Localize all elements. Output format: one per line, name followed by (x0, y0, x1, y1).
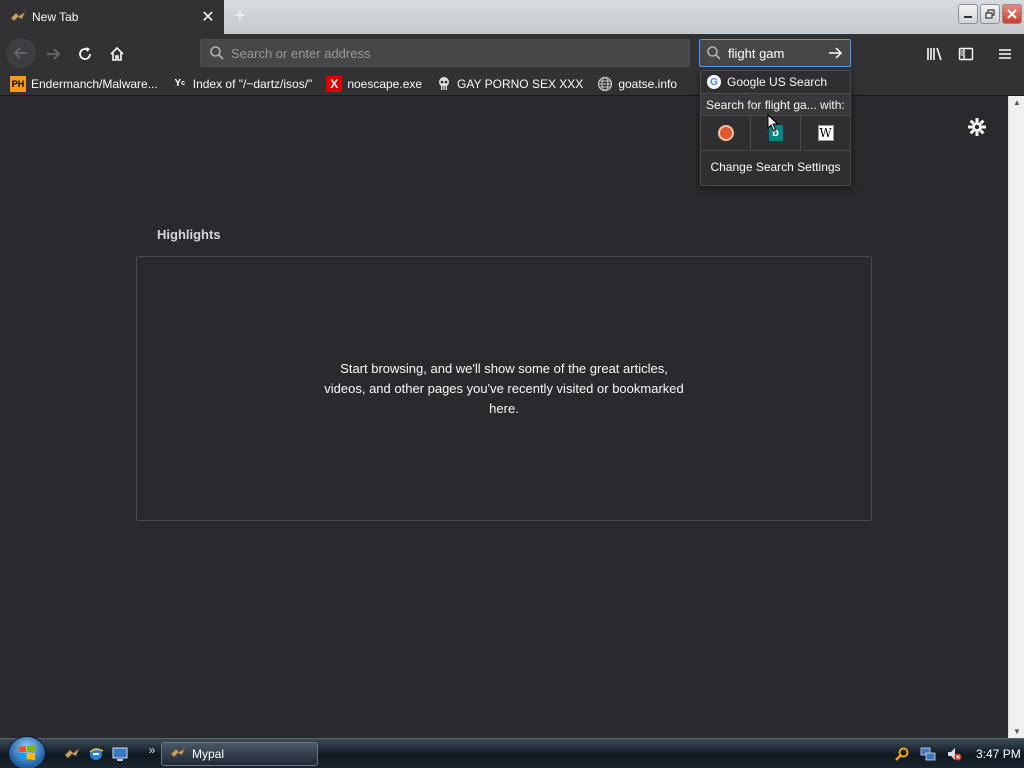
quicklaunch-desktop-icon[interactable] (112, 746, 128, 762)
scroll-up-arrow-icon[interactable]: ▲ (1013, 98, 1021, 107)
bookmark-goatse[interactable]: goatse.info (597, 76, 677, 92)
forward-arrow-icon (47, 48, 61, 60)
duckduckgo-icon (717, 125, 734, 141)
sidebar-icon (958, 47, 974, 61)
mypal-taskbar-icon (170, 745, 186, 764)
quicklaunch-ie-icon[interactable] (88, 746, 104, 762)
change-search-settings-button[interactable]: Change Search Settings (701, 151, 850, 183)
highlights-empty-message: Start browsing, and we'll show some of t… (324, 360, 684, 416)
highlights-heading[interactable]: Highlights (157, 227, 221, 242)
start-button[interactable] (8, 736, 46, 768)
bookmark-label: Index of "/~dartz/isos/" (192, 76, 313, 91)
volume-muted-tray-icon[interactable] (946, 746, 962, 762)
wikipedia-icon: W (817, 125, 834, 141)
new-tab-page: Highlights Start browsing, and we'll sho… (0, 96, 1008, 738)
x-favicon-icon: X (326, 75, 343, 92)
address-bar[interactable]: Search or enter address (200, 39, 690, 67)
highlights-section: Start browsing, and we'll show some of t… (136, 256, 872, 521)
popup-engine-label: Google US Search (727, 75, 828, 89)
forward-button[interactable] (40, 41, 66, 67)
yc-favicon-icon: Yc (174, 78, 186, 89)
close-window-button[interactable] (1002, 4, 1022, 24)
reload-button[interactable] (72, 41, 98, 67)
bookmark-index-dartz[interactable]: Yc Index of "/~dartz/isos/" (172, 76, 313, 92)
popup-default-engine[interactable]: G Google US Search (701, 71, 850, 93)
home-button[interactable] (104, 41, 130, 67)
back-button[interactable] (6, 38, 36, 68)
bookmark-label: GAY PORNO SEX XXX (457, 76, 584, 91)
restore-button[interactable] (980, 4, 1000, 24)
wikipedia-engine-button[interactable]: W (801, 116, 850, 150)
tab-new-tab[interactable]: New Tab ✕ (0, 0, 224, 34)
navigation-toolbar: Search or enter address flight gam (0, 34, 1024, 72)
popup-search-for-label: Search for flight ga... with: (701, 93, 850, 115)
search-tray-icon[interactable] (894, 746, 910, 762)
bookmark-label: goatse.info (618, 76, 678, 91)
bookmark-endermanch[interactable]: PH Endermanch/Malware... (10, 75, 158, 92)
pornhub-favicon-icon: PH (10, 75, 26, 92)
library-icon (927, 47, 942, 61)
title-bar: New Tab ✕ + (0, 0, 1024, 34)
menu-button[interactable] (992, 41, 1018, 67)
system-tray: 3:47 PM (886, 742, 1024, 766)
newtab-settings-gear-icon[interactable] (966, 116, 988, 138)
address-bar-placeholder: Search or enter address (231, 45, 371, 61)
vertical-scrollbar[interactable]: ▲ ▼ (1008, 96, 1024, 738)
search-input-value: flight gam (728, 45, 785, 61)
mypal-favicon-icon (10, 9, 26, 25)
search-icon (210, 46, 224, 60)
globe-icon (597, 76, 613, 92)
clock[interactable]: 3:47 PM (976, 747, 1021, 761)
tab-close-icon[interactable]: ✕ (198, 7, 218, 27)
network-tray-icon[interactable] (920, 746, 936, 762)
quicklaunch-more-button[interactable]: » (144, 742, 160, 758)
yc-favicon-glyph: Y (174, 78, 182, 89)
windows-logo-icon (19, 745, 35, 760)
google-icon: G (707, 75, 721, 89)
sidebar-button[interactable] (953, 41, 979, 67)
search-input[interactable]: flight gam (699, 39, 851, 67)
search-icon (707, 46, 721, 60)
search-go-arrow-icon[interactable] (824, 45, 846, 61)
back-arrow-icon (13, 47, 27, 59)
scroll-down-arrow-icon[interactable]: ▼ (1013, 727, 1021, 736)
minimize-button[interactable] (958, 4, 978, 24)
desktop: New Tab ✕ + Search or enter address flig… (0, 0, 1024, 768)
hamburger-menu-icon (999, 49, 1011, 59)
bookmark-noescape[interactable]: X noescape.exe (326, 75, 423, 92)
duckduckgo-engine-button[interactable] (701, 116, 751, 150)
bookmark-label: Endermanch/Malware... (31, 76, 158, 91)
taskbar-item-mypal[interactable]: Mypal (161, 742, 318, 766)
home-icon (110, 46, 124, 61)
reload-icon (79, 47, 91, 60)
bookmarks-toolbar: PH Endermanch/Malware... Yc Index of "/~… (0, 72, 1024, 96)
bookmark-gay-porno[interactable]: GAY PORNO SEX XXX (436, 76, 583, 92)
taskbar: » Mypal 3:47 PM (0, 736, 1024, 768)
taskbar-item-label: Mypal (192, 747, 225, 761)
bookmark-label: noescape.exe (347, 76, 423, 91)
window-controls (958, 4, 1022, 24)
new-tab-button[interactable]: + (228, 6, 252, 28)
tab-title: New Tab (32, 10, 79, 24)
library-button[interactable] (922, 41, 948, 67)
quicklaunch-mypal-icon[interactable] (64, 746, 80, 762)
skull-favicon-icon (436, 76, 452, 92)
mouse-cursor-icon (767, 113, 779, 132)
